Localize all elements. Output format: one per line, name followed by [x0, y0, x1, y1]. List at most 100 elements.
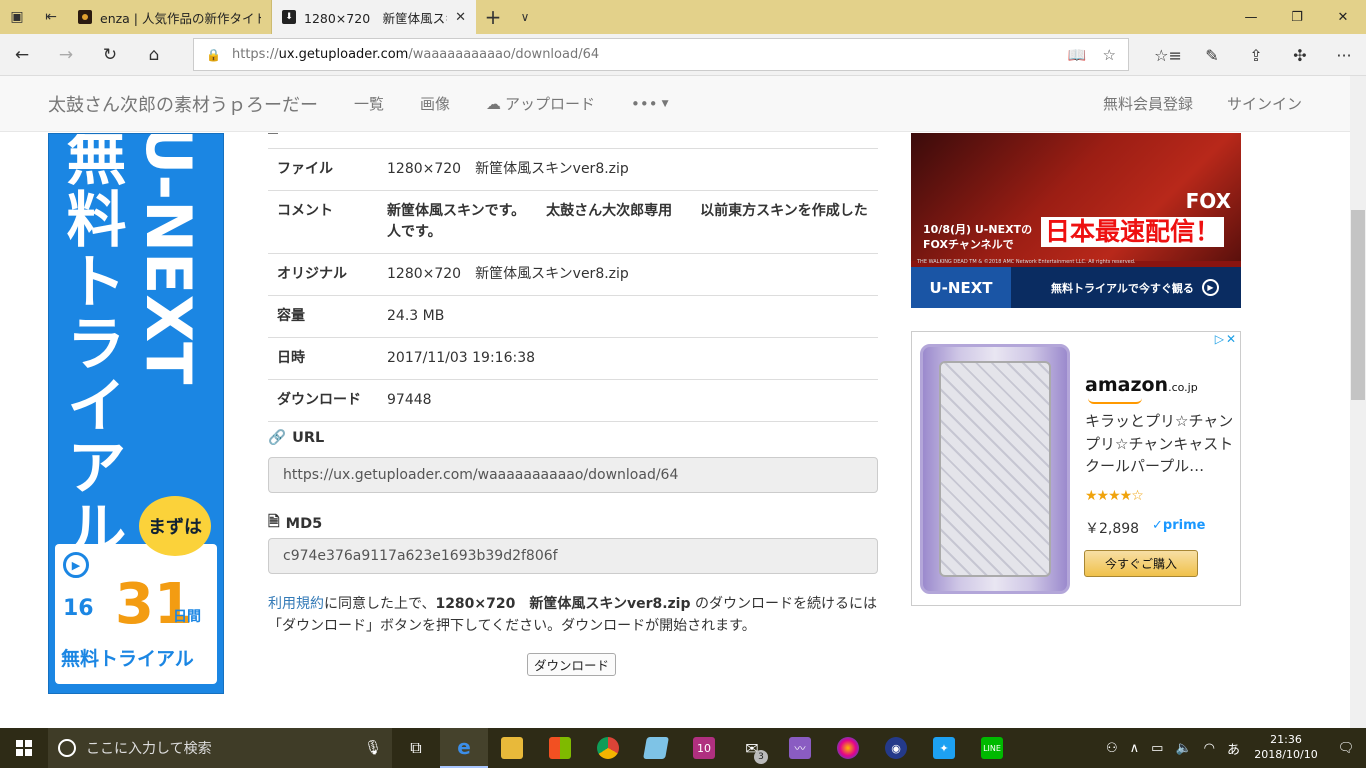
table-row: コメント 新筐体風スキンです。 太鼓さん大次郎専用 以前東方スキンを作成した人で… [268, 190, 878, 254]
nav-more-dropdown[interactable]: ••• ▼ [631, 95, 668, 113]
tab-overview-icon[interactable]: ▣ [0, 0, 34, 34]
minimize-icon[interactable]: — [1228, 0, 1274, 34]
signup-link[interactable]: 無料会員登録 [1103, 93, 1193, 114]
address-bar[interactable]: 🔒 https://ux.getuploader.com/waaaaaaaaaa… [193, 38, 1129, 71]
twitter-icon[interactable]: ✦ [920, 728, 968, 768]
link-icon: 🔗 [268, 430, 287, 446]
restore-icon[interactable]: ❐ [1274, 0, 1320, 34]
product-image [920, 344, 1070, 594]
favorite-star-icon[interactable]: ☆ [1103, 46, 1116, 64]
audio-app-icon[interactable]: 〰 [776, 728, 824, 768]
terms-link[interactable]: 利用規約 [268, 596, 324, 612]
tab-uploader[interactable]: ⬇ 1280×720 新筐体風スキ ✕ [272, 0, 476, 34]
volume-icon[interactable]: 🔈 [1169, 741, 1197, 756]
share-icon[interactable]: ⇪ [1234, 34, 1278, 76]
new-tab-icon[interactable]: + [476, 0, 510, 34]
paint3d-icon[interactable] [824, 728, 872, 768]
cortana-icon [58, 739, 76, 757]
terms-text: に同意した上で、 [324, 596, 436, 612]
fox-unext-banner-ad[interactable]: FOX 10/8(月) U-NEXTの FOXチャンネルで 日本最速配信！ TH… [911, 133, 1241, 308]
action-center-icon[interactable]: 🗨 [1326, 741, 1366, 756]
microphone-icon[interactable]: 🎙 [364, 740, 382, 756]
tab-enza[interactable]: enza | 人気作品の新作タイトル [68, 0, 272, 34]
row-key: ダウンロード [268, 379, 378, 422]
wifi-icon[interactable]: ◠ [1198, 741, 1221, 756]
page-scrollbar[interactable] [1350, 76, 1366, 728]
md5-heading: 🗎 MD5 [268, 511, 322, 536]
url-path: /waaaaaaaaaao/download/64 [408, 47, 600, 62]
game-app-icon[interactable]: ◉ [872, 728, 920, 768]
md5-field[interactable]: c974e376a9117a623e1693b39d2f806f [268, 538, 878, 574]
pen-notes-icon[interactable]: ✎ [1190, 34, 1234, 76]
mail-badge: 3 [754, 750, 768, 764]
task-view-icon[interactable]: ⧉ [392, 728, 440, 768]
ime-indicator[interactable]: あ [1221, 739, 1246, 758]
mail-icon[interactable]: ✉ 3 [728, 728, 776, 768]
start-button[interactable] [0, 728, 48, 768]
row-key: コメント [268, 190, 378, 254]
table-row: 容量 24.3 MB [268, 295, 878, 338]
amazon-brand-suffix: .co.jp [1168, 381, 1198, 394]
set-aside-tabs-icon[interactable]: ⇤ [34, 0, 68, 34]
ad-date-line: 10/8(月) U-NEXTの [923, 223, 1033, 236]
refresh-icon[interactable]: ↻ [88, 34, 132, 76]
nav-list-link[interactable]: 一覧 [354, 93, 384, 114]
page-content: U-NEXT 無料トライアル ▶ 16 31 日間 無料トライアル まずは ファ… [0, 133, 1350, 728]
buy-now-button[interactable]: 今すぐご購入 [1084, 550, 1198, 577]
ad-trial-text: 無料トライアル [56, 133, 126, 560]
nav-label: 一覧 [354, 95, 385, 113]
back-icon[interactable]: ← [0, 34, 44, 76]
home-icon[interactable]: ⌂ [132, 34, 176, 76]
url-heading: 🔗 URL [268, 429, 324, 447]
tray-chevron-icon[interactable]: ∧ [1124, 741, 1146, 756]
table-row: オリジナル 1280×720 新筐体風スキンver8.zip [268, 253, 878, 296]
paint-icon[interactable] [632, 728, 680, 768]
row-value: 2017/11/03 19:16:38 [378, 337, 878, 380]
product-title[interactable]: キラッとプリ☆チャンプリ☆チャンキャストクールパープル… [1085, 410, 1235, 478]
uploader-favicon-icon: ⬇ [282, 10, 296, 24]
amazon-brand: amazon [1085, 374, 1169, 396]
file-info-table: ファイル 1280×720 新筐体風スキンver8.zip コメント 新筐体風ス… [268, 148, 878, 422]
tab-preview-chevron-icon[interactable]: ∨ [510, 0, 540, 34]
store-icon[interactable] [536, 728, 584, 768]
people-icon[interactable]: ⚇ [1100, 741, 1124, 756]
close-tab-icon[interactable]: ✕ [455, 10, 466, 25]
photo-app-icon[interactable]: 10 [680, 728, 728, 768]
url-field[interactable]: https://ux.getuploader.com/waaaaaaaaaao/… [268, 457, 878, 493]
clock-date: 2018/10/10 [1254, 748, 1318, 761]
line-icon[interactable]: LINE [968, 728, 1016, 768]
nav-upload-link[interactable]: ☁ アップロード [486, 93, 595, 114]
favorites-list-icon[interactable]: ☆≡ [1146, 34, 1190, 76]
clock[interactable]: 21:36 2018/10/10 [1246, 733, 1326, 763]
taskbar-search[interactable]: ここに入力して検索 🎙 [48, 728, 392, 768]
tab-title: 1280×720 新筐体風スキ [304, 10, 448, 26]
row-value: 新筐体風スキンです。 太鼓さん大次郎専用 以前東方スキンを作成した人です。 [378, 190, 878, 254]
more-menu-icon[interactable]: ··· [1322, 34, 1366, 76]
scrollbar-thumb[interactable] [1351, 210, 1365, 400]
cloud-upload-icon: ☁ [486, 94, 502, 113]
terms-notice: 利用規約に同意した上で、1280×720 新筐体風スキンver8.zip のダウ… [268, 593, 878, 638]
chrome-icon[interactable] [584, 728, 632, 768]
caret-down-icon: ▼ [661, 98, 669, 109]
row-key: 日時 [268, 337, 378, 380]
forward-icon[interactable]: → [44, 34, 88, 76]
extensions-icon[interactable]: ✣ [1278, 34, 1322, 76]
system-tray: ⚇ ∧ ▭ 🔈 ◠ あ 21:36 2018/10/10 🗨 [1100, 728, 1366, 768]
reading-view-icon[interactable]: 📖 [1068, 46, 1087, 64]
download-button[interactable]: ダウンロード [527, 653, 617, 676]
battery-icon[interactable]: ▭ [1145, 741, 1169, 756]
unext-vertical-banner-ad[interactable]: U-NEXT 無料トライアル ▶ 16 31 日間 無料トライアル まずは [48, 133, 224, 694]
edge-app-icon[interactable]: e [440, 728, 488, 768]
signin-link[interactable]: サインイン [1227, 93, 1302, 114]
nav-images-link[interactable]: 画像 [420, 93, 450, 114]
adchoices-icon[interactable]: ▷ ✕ [1211, 332, 1240, 348]
play-circle-icon: ▶ [1201, 279, 1219, 296]
site-brand[interactable]: 太鼓さん次郎の素材うｐろーだー [48, 91, 318, 117]
url-scheme: https:// [232, 47, 279, 62]
ad-unext-text: U-NEXT [132, 133, 205, 385]
nav-label: アップロード [505, 95, 596, 113]
browser-tab-bar: ▣ ⇤ enza | 人気作品の新作タイトル ⬇ 1280×720 新筐体風スキ… [0, 0, 1366, 34]
amazon-product-ad[interactable]: ▷ ✕ amazon.co.jp キラッとプリ☆チャンプリ☆チャンキャストクールパ… [911, 331, 1241, 606]
window-close-icon[interactable]: ✕ [1320, 0, 1366, 34]
file-explorer-icon[interactable] [488, 728, 536, 768]
